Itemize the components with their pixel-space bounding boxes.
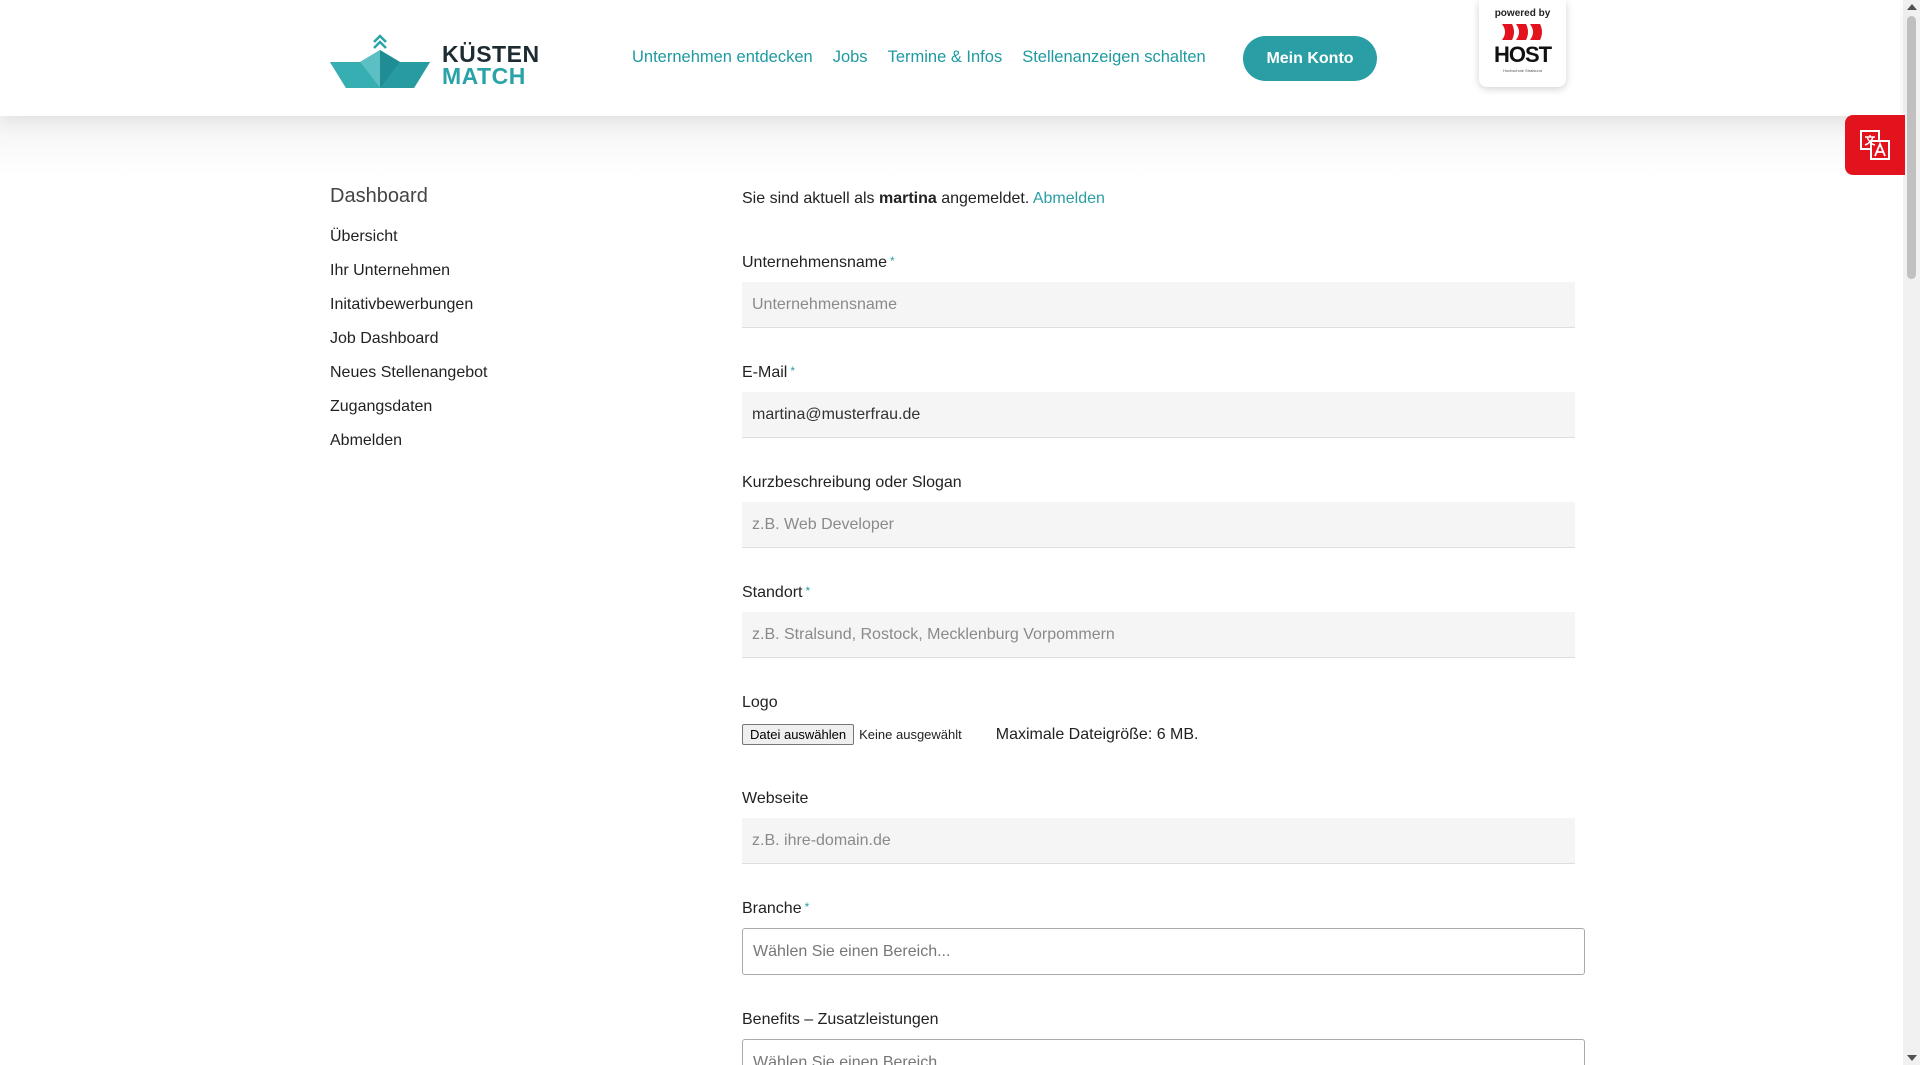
- main-nav: Unternehmen entdecken Jobs Termine & Inf…: [632, 48, 1206, 67]
- slogan-field: Kurzbeschreibung oder Slogan z.B. Web De…: [742, 474, 1575, 548]
- scroll-down-arrow-icon[interactable]: [1907, 1055, 1917, 1061]
- logged-in-user: martina: [878, 190, 937, 207]
- translate-icon: [1860, 130, 1890, 160]
- host-sails-icon: [1501, 24, 1542, 40]
- kuestenmatch-logo[interactable]: KÜSTEN MATCH: [330, 28, 542, 90]
- nav-unternehmen-entdecken[interactable]: Unternehmen entdecken: [632, 48, 813, 67]
- benefits-select[interactable]: Wählen Sie einen Bereich...: [742, 1039, 1585, 1065]
- host-partner-badge[interactable]: powered by HOST Hochschule Stralsund: [1479, 0, 1566, 87]
- sidebar-item-initiativbewerbungen[interactable]: Initativbewerbungen: [330, 296, 487, 330]
- location-field: Standort * z.B. Stralsund, Rostock, Meckl…: [742, 584, 1575, 658]
- host-name: HOST: [1493, 42, 1552, 67]
- dashboard-sidebar: Dashboard Übersicht Ihr Unternehmen Init…: [330, 185, 487, 466]
- site-header: KÜSTEN MATCH Unternehmen entdecken Jobs …: [0, 0, 1900, 116]
- logo-line2: MATCH: [442, 63, 526, 89]
- paper-boat-icon: [330, 34, 430, 88]
- company-name-field: Unternehmensname * Unternehmensname: [742, 254, 1575, 328]
- branch-field: Branche * Wählen Sie einen Bereich...: [742, 900, 1585, 975]
- company-name-input[interactable]: Unternehmensname: [742, 282, 1575, 328]
- sidebar-title: Dashboard: [330, 185, 428, 207]
- header-shadow-band: [0, 116, 1900, 176]
- email-input[interactable]: martina@musterfrau.de: [742, 392, 1575, 438]
- logo-upload-field: Logo Datei auswählen Keine ausgewählt Ma…: [742, 694, 1199, 745]
- choose-file-button[interactable]: Datei auswählen: [742, 724, 855, 745]
- sidebar-item-uebersicht[interactable]: Übersicht: [330, 228, 487, 262]
- scroll-thumb[interactable]: [1907, 16, 1916, 279]
- logo-line1: KÜSTEN: [442, 41, 540, 67]
- translate-button[interactable]: [1845, 115, 1905, 175]
- host-subtitle: Hochschule Stralsund: [1503, 68, 1542, 73]
- sidebar-item-job-dashboard[interactable]: Job Dashboard: [330, 330, 487, 364]
- login-status: Sie sind aktuell als martina angemeldet.…: [742, 190, 1105, 207]
- company-form: Sie sind aktuell als martina angemeldet.…: [742, 190, 1588, 1065]
- sidebar-item-ihr-unternehmen[interactable]: Ihr Unternehmen: [330, 262, 487, 296]
- mein-konto-button[interactable]: Mein Konto: [1243, 36, 1377, 81]
- website-field: Webseite z.B. ihre-domain.de: [742, 790, 1575, 864]
- sidebar-item-zugangsdaten[interactable]: Zugangsdaten: [330, 398, 487, 432]
- nav-jobs[interactable]: Jobs: [833, 48, 868, 67]
- logout-link[interactable]: Abmelden: [1033, 190, 1105, 207]
- sidebar-item-neues-stellenangebot[interactable]: Neues Stellenangebot: [330, 364, 487, 398]
- website-input[interactable]: z.B. ihre-domain.de: [742, 818, 1575, 864]
- nav-termine-infos[interactable]: Termine & Infos: [888, 48, 1003, 67]
- max-file-size-hint: Maximale Dateigröße: 6 MB.: [995, 725, 1199, 743]
- benefits-field: Benefits – Zusatzleistungen Wählen Sie e…: [742, 1011, 1585, 1065]
- file-status: Keine ausgewählt: [859, 727, 962, 742]
- location-input[interactable]: z.B. Stralsund, Rostock, Mecklenburg Vor…: [742, 612, 1575, 658]
- branch-select[interactable]: Wählen Sie einen Bereich...: [742, 928, 1585, 975]
- sidebar-item-abmelden[interactable]: Abmelden: [330, 432, 487, 466]
- page-scrollbar[interactable]: [1903, 0, 1920, 1065]
- powered-by-label: powered by: [1494, 8, 1551, 19]
- slogan-input[interactable]: z.B. Web Developer: [742, 502, 1575, 548]
- scroll-up-arrow-icon[interactable]: [1907, 4, 1917, 10]
- nav-stellenanzeigen-schalten[interactable]: Stellenanzeigen schalten: [1022, 48, 1205, 67]
- email-field: E-Mail * martina@musterfrau.de: [742, 364, 1575, 438]
